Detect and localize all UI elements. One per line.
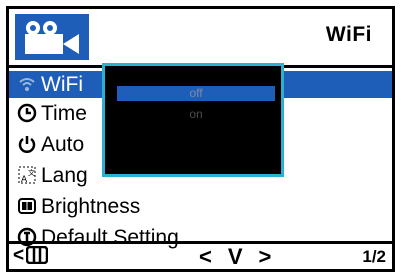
back-button[interactable]: <	[13, 245, 49, 270]
mode-icon	[25, 245, 49, 270]
clock-icon	[17, 101, 37, 123]
svg-text:文: 文	[28, 168, 35, 177]
svg-text:A: A	[21, 175, 28, 185]
nav-controls: <V>	[199, 244, 287, 270]
page-indicator: 1/2	[362, 247, 386, 266]
prev-button[interactable]: <	[199, 244, 228, 269]
language-icon: A文	[17, 163, 37, 185]
menu-item-label: Brightness	[41, 195, 141, 218]
menu-item-label: Lang	[41, 164, 88, 187]
header: WiFi	[9, 9, 392, 65]
wifi-icon	[17, 74, 37, 94]
page-title: WiFi	[325, 23, 372, 46]
back-arrow-icon: <	[13, 245, 25, 266]
menu-item-label: Auto	[41, 133, 85, 156]
menu-item-label: Time	[41, 102, 87, 125]
next-button[interactable]: >	[259, 244, 288, 269]
brightness-icon	[17, 194, 37, 214]
power-icon	[17, 132, 37, 153]
down-button[interactable]: V	[228, 244, 259, 269]
wifi-options-popup: off on	[102, 63, 284, 177]
option-off[interactable]: off	[117, 86, 275, 101]
option-on[interactable]: on	[117, 107, 275, 122]
footer-bar: < <V> 1/2	[9, 244, 392, 269]
menu-item-brightness[interactable]: Brightness	[9, 191, 392, 222]
video-mode-icon	[15, 14, 89, 60]
menu-item-label: WiFi	[41, 73, 83, 96]
